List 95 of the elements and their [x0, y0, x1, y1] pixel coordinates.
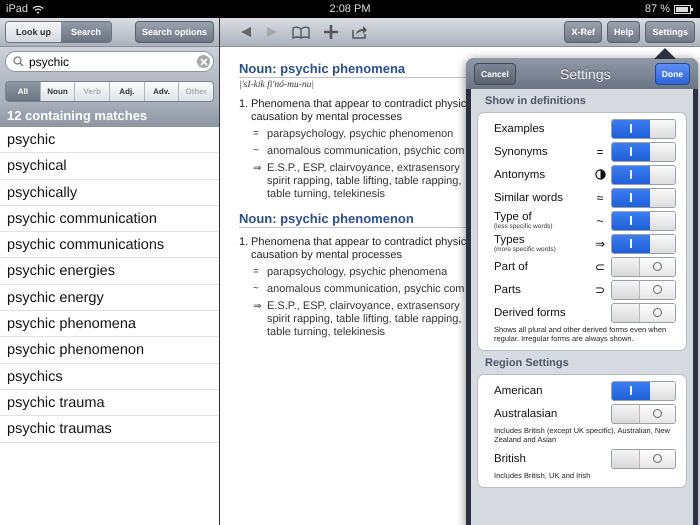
off-mark-icon [653, 262, 662, 271]
mode-tab[interactable]: Search [61, 22, 112, 42]
sense-number: 1. [239, 98, 250, 112]
related-words: table turning, telekinesis [267, 188, 386, 201]
setting-label: Part of [494, 260, 529, 272]
relation-symbol: = [253, 266, 260, 279]
setting-label: Examples [494, 122, 546, 134]
setting-symbol: = [596, 144, 604, 158]
search-field[interactable]: psychic [5, 51, 214, 72]
toggle-switch[interactable] [611, 234, 676, 254]
off-mark-icon [653, 454, 662, 463]
related-words: E.S.P., ESP, clairvoyance, extrasensory [267, 300, 461, 313]
relation-symbol: ~ [253, 145, 260, 158]
toggle-switch[interactable] [611, 448, 676, 468]
off-mark-icon [653, 409, 662, 418]
device-name: iPad [6, 3, 28, 15]
result-item[interactable]: psychic energies [0, 258, 219, 285]
setting-symbol: ~ [596, 214, 604, 228]
toggle-switch[interactable] [611, 280, 676, 300]
share-icon[interactable] [352, 25, 368, 39]
definition-text: causation by mental processes [251, 111, 404, 124]
done-button[interactable]: Done [654, 62, 690, 84]
popover-arrow-icon [654, 48, 676, 59]
result-item[interactable]: psychic [0, 127, 219, 154]
relation-symbol: ⇒ [253, 162, 262, 176]
section-title: Region Settings [484, 356, 570, 371]
toggle-switch[interactable] [611, 164, 676, 184]
battery-percent: 87 % [644, 3, 670, 15]
related-words: parapsychology, psychic phenomena [267, 266, 448, 279]
result-item[interactable]: psychic phenomenon [0, 337, 219, 364]
setting-label: Similar words [494, 192, 564, 204]
setting-label: British [494, 452, 527, 464]
toggle-switch[interactable] [611, 302, 676, 322]
setting-label: American [494, 384, 544, 396]
setting-symbol: ⇒ [595, 236, 605, 250]
related-words: E.S.P., ESP, clairvoyance, extrasensory [267, 162, 461, 175]
related-words: table turning, telekinesis [267, 326, 386, 339]
toggle-switch[interactable] [611, 256, 676, 276]
result-item[interactable]: psychically [0, 180, 219, 206]
definition-text: Phenomena that appear to contradict physic [251, 98, 466, 111]
off-mark-icon [653, 308, 662, 317]
relation-symbol: ⇒ [253, 300, 262, 314]
mode-tab[interactable]: Look up [6, 22, 61, 42]
definition-text: Phenomena that appear to contradict physic [251, 236, 466, 249]
result-item[interactable]: psychic traumas [0, 416, 219, 443]
filter-tab[interactable]: Adj. [109, 82, 144, 101]
pronunciation: |'sI-kik fi'nó-mu-nu| [239, 80, 315, 90]
result-item[interactable]: psychic communication [0, 206, 219, 232]
clock-time: 2:08 PM [330, 3, 370, 15]
popover-title: Settings [560, 66, 611, 82]
sense-number: 1. [239, 236, 250, 250]
toggle-switch[interactable] [611, 210, 676, 230]
result-item[interactable]: psychic energy [0, 284, 219, 312]
filter-tab[interactable]: Adv. [144, 82, 178, 101]
toggle-switch[interactable] [611, 404, 676, 424]
setting-label: Parts [494, 284, 522, 296]
related-words: anomalous communication, psychic com [267, 145, 464, 158]
result-item[interactable]: psychical [0, 153, 219, 180]
cancel-button[interactable]: Cancel [474, 62, 516, 84]
toggle-switch[interactable] [611, 188, 676, 208]
setting-label: Derived forms [494, 306, 567, 318]
half-circle-icon [594, 169, 606, 180]
back-arrow-icon[interactable] [240, 26, 252, 38]
off-mark-icon [653, 285, 662, 294]
plus-icon[interactable] [324, 25, 338, 39]
book-icon[interactable] [292, 26, 310, 38]
setting-label: Synonyms [494, 146, 549, 158]
setting-symbol: ⊃ [595, 282, 605, 296]
result-item[interactable]: psychic phenomena [0, 311, 219, 338]
setting-label: Type of [494, 211, 533, 223]
result-item[interactable]: psychics [0, 364, 219, 390]
battery-icon [674, 4, 694, 14]
section-title: Show in definitions [484, 94, 587, 109]
wifi-icon [32, 4, 44, 14]
results-header: 12 containing matches [0, 106, 219, 127]
related-words: parapsychology, psychic phenomenon [267, 128, 454, 141]
setting-label: Australasian [494, 408, 558, 420]
result-item[interactable]: psychic trauma [0, 390, 219, 416]
filter-tab[interactable]: All [6, 82, 40, 101]
setting-label: Antonyms [494, 168, 546, 180]
related-words: spirit rapping, table lifting, table rapping, [267, 313, 462, 326]
setting-symbol: ⊂ [595, 260, 605, 274]
related-words: anomalous communication, psychic com [267, 283, 464, 296]
setting-symbol: ≈ [596, 190, 604, 204]
relation-symbol: ~ [253, 283, 260, 296]
toggle-switch[interactable] [611, 142, 676, 162]
definition-text: causation by mental processes [251, 249, 404, 262]
toggle-switch[interactable] [611, 380, 676, 400]
related-words: spirit rapping, table lifting, table rapping, [267, 175, 462, 188]
toggle-switch[interactable] [611, 118, 676, 138]
relation-symbol: = [253, 128, 260, 141]
setting-label: Types [494, 234, 526, 246]
search-icon [13, 56, 24, 67]
result-item[interactable]: psychic communications [0, 232, 219, 258]
filter-tab[interactable]: Noun [40, 82, 74, 101]
